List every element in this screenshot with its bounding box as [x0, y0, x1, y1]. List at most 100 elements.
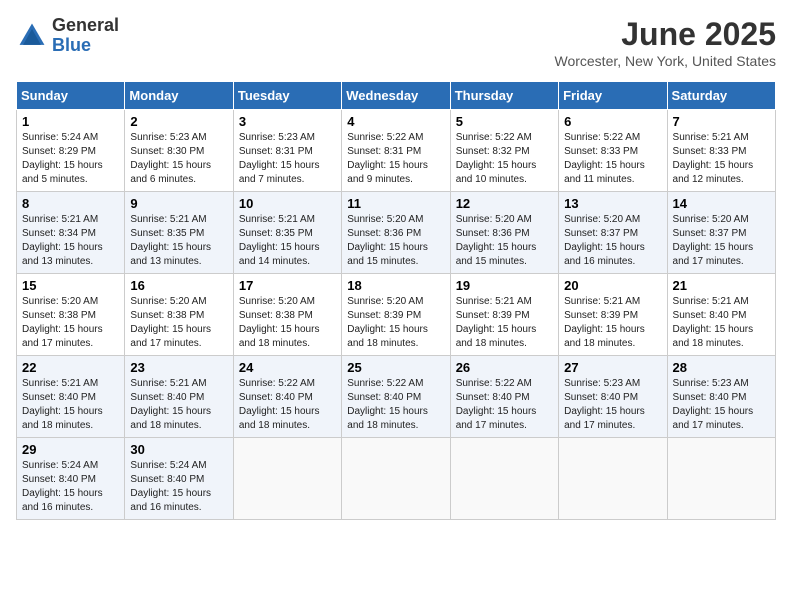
calendar-week-row: 22 Sunrise: 5:21 AMSunset: 8:40 PMDayligh… — [17, 356, 776, 438]
calendar: SundayMondayTuesdayWednesdayThursdayFrid… — [16, 81, 776, 520]
calendar-cell: 17 Sunrise: 5:20 AMSunset: 8:38 PMDayligh… — [233, 274, 341, 356]
header-monday: Monday — [125, 82, 233, 110]
calendar-cell: 14 Sunrise: 5:20 AMSunset: 8:37 PMDayligh… — [667, 192, 775, 274]
month-title: June 2025 — [554, 16, 776, 53]
calendar-cell: 24 Sunrise: 5:22 AMSunset: 8:40 PMDayligh… — [233, 356, 341, 438]
day-number: 18 — [347, 278, 444, 293]
cell-info: Sunrise: 5:21 AMSunset: 8:39 PMDaylight:… — [564, 295, 661, 351]
cell-info: Sunrise: 5:21 AMSunset: 8:35 PMDaylight:… — [130, 213, 227, 269]
calendar-cell: 13Sunrise: 5:20 AMSunset: 8:37 PMDayligh… — [559, 192, 667, 274]
calendar-cell: 30 Sunrise: 5:24 AMSunset: 8:40 PMDayligh… — [125, 438, 233, 520]
cell-info: Sunrise: 5:21 AMSunset: 8:40 PMDaylight:… — [130, 377, 227, 433]
day-number: 26 — [456, 360, 553, 375]
calendar-cell — [233, 438, 341, 520]
calendar-cell: 11Sunrise: 5:20 AMSunset: 8:36 PMDayligh… — [342, 192, 450, 274]
day-number: 5 — [456, 114, 553, 129]
calendar-cell: 19 Sunrise: 5:21 AMSunset: 8:39 PMDayligh… — [450, 274, 558, 356]
cell-info: Sunrise: 5:20 AMSunset: 8:38 PMDaylight:… — [239, 295, 336, 351]
cell-info: Sunrise: 5:22 AMSunset: 8:40 PMDaylight:… — [347, 377, 444, 433]
calendar-week-row: 15 Sunrise: 5:20 AMSunset: 8:38 PMDayligh… — [17, 274, 776, 356]
calendar-cell: 5Sunrise: 5:22 AMSunset: 8:32 PMDaylight… — [450, 110, 558, 192]
day-number: 14 — [673, 196, 770, 211]
location: Worcester, New York, United States — [554, 53, 776, 69]
day-number: 29 — [22, 442, 119, 457]
cell-info: Sunrise: 5:23 AMSunset: 8:31 PMDaylight:… — [239, 131, 336, 187]
day-number: 19 — [456, 278, 553, 293]
title-block: June 2025 Worcester, New York, United St… — [554, 16, 776, 69]
cell-info: Sunrise: 5:23 AMSunset: 8:40 PMDaylight:… — [673, 377, 770, 433]
header-tuesday: Tuesday — [233, 82, 341, 110]
calendar-cell: 3 Sunrise: 5:23 AMSunset: 8:31 PMDaylight… — [233, 110, 341, 192]
calendar-cell: 6 Sunrise: 5:22 AMSunset: 8:33 PMDaylight… — [559, 110, 667, 192]
day-number: 8 — [22, 196, 119, 211]
calendar-header-row: SundayMondayTuesdayWednesdayThursdayFrid… — [17, 82, 776, 110]
calendar-cell — [667, 438, 775, 520]
cell-info: Sunrise: 5:22 AMSunset: 8:31 PMDaylight:… — [347, 131, 444, 187]
calendar-cell: 26 Sunrise: 5:22 AMSunset: 8:40 PMDayligh… — [450, 356, 558, 438]
day-number: 10 — [239, 196, 336, 211]
logo-general: General — [52, 16, 119, 36]
cell-info: Sunrise: 5:21 AMSunset: 8:40 PMDaylight:… — [673, 295, 770, 351]
day-number: 3 — [239, 114, 336, 129]
cell-info: Sunrise: 5:22 AMSunset: 8:40 PMDaylight:… — [239, 377, 336, 433]
day-number: 2 — [130, 114, 227, 129]
calendar-cell: 21 Sunrise: 5:21 AMSunset: 8:40 PMDayligh… — [667, 274, 775, 356]
day-number: 28 — [673, 360, 770, 375]
cell-info: Sunrise: 5:22 AMSunset: 8:33 PMDaylight:… — [564, 131, 661, 187]
day-number: 25 — [347, 360, 444, 375]
calendar-cell: 20 Sunrise: 5:21 AMSunset: 8:39 PMDayligh… — [559, 274, 667, 356]
cell-info: Sunrise: 5:20 AMSunset: 8:37 PMDaylight:… — [673, 213, 770, 269]
header-saturday: Saturday — [667, 82, 775, 110]
logo: General Blue — [16, 16, 119, 56]
cell-info: Sunrise: 5:22 AMSunset: 8:40 PMDaylight:… — [456, 377, 553, 433]
logo-text: General Blue — [52, 16, 119, 56]
calendar-cell: 28 Sunrise: 5:23 AMSunset: 8:40 PMDayligh… — [667, 356, 775, 438]
calendar-cell: 4 Sunrise: 5:22 AMSunset: 8:31 PMDaylight… — [342, 110, 450, 192]
calendar-week-row: 8 Sunrise: 5:21 AMSunset: 8:34 PMDaylight… — [17, 192, 776, 274]
day-number: 27 — [564, 360, 661, 375]
day-number: 21 — [673, 278, 770, 293]
day-number: 13 — [564, 196, 661, 211]
cell-info: Sunrise: 5:20 AMSunset: 8:38 PMDaylight:… — [22, 295, 119, 351]
day-number: 9 — [130, 196, 227, 211]
calendar-cell: 12 Sunrise: 5:20 AMSunset: 8:36 PMDayligh… — [450, 192, 558, 274]
cell-info: Sunrise: 5:21 AMSunset: 8:33 PMDaylight:… — [673, 131, 770, 187]
calendar-cell: 27 Sunrise: 5:23 AMSunset: 8:40 PMDayligh… — [559, 356, 667, 438]
day-number: 6 — [564, 114, 661, 129]
day-number: 22 — [22, 360, 119, 375]
day-number: 15 — [22, 278, 119, 293]
header-sunday: Sunday — [17, 82, 125, 110]
cell-info: Sunrise: 5:20 AMSunset: 8:36 PMDaylight:… — [347, 213, 444, 269]
header-thursday: Thursday — [450, 82, 558, 110]
logo-icon — [16, 20, 48, 52]
calendar-cell: 15 Sunrise: 5:20 AMSunset: 8:38 PMDayligh… — [17, 274, 125, 356]
calendar-cell: 16Sunrise: 5:20 AMSunset: 8:38 PMDayligh… — [125, 274, 233, 356]
cell-info: Sunrise: 5:21 AMSunset: 8:34 PMDaylight:… — [22, 213, 119, 269]
calendar-week-row: 1Sunrise: 5:24 AMSunset: 8:29 PMDaylight… — [17, 110, 776, 192]
calendar-cell: 8 Sunrise: 5:21 AMSunset: 8:34 PMDaylight… — [17, 192, 125, 274]
cell-info: Sunrise: 5:24 AMSunset: 8:40 PMDaylight:… — [22, 459, 119, 515]
cell-info: Sunrise: 5:23 AMSunset: 8:40 PMDaylight:… — [564, 377, 661, 433]
calendar-cell: 2 Sunrise: 5:23 AMSunset: 8:30 PMDaylight… — [125, 110, 233, 192]
day-number: 30 — [130, 442, 227, 457]
page-header: General Blue June 2025 Worcester, New Yo… — [16, 16, 776, 69]
cell-info: Sunrise: 5:24 AMSunset: 8:29 PMDaylight:… — [22, 131, 119, 187]
day-number: 4 — [347, 114, 444, 129]
calendar-cell: 29 Sunrise: 5:24 AMSunset: 8:40 PMDayligh… — [17, 438, 125, 520]
cell-info: Sunrise: 5:20 AMSunset: 8:36 PMDaylight:… — [456, 213, 553, 269]
calendar-cell: 10Sunrise: 5:21 AMSunset: 8:35 PMDayligh… — [233, 192, 341, 274]
cell-info: Sunrise: 5:20 AMSunset: 8:39 PMDaylight:… — [347, 295, 444, 351]
cell-info: Sunrise: 5:20 AMSunset: 8:38 PMDaylight:… — [130, 295, 227, 351]
day-number: 20 — [564, 278, 661, 293]
day-number: 23 — [130, 360, 227, 375]
calendar-cell: 23 Sunrise: 5:21 AMSunset: 8:40 PMDayligh… — [125, 356, 233, 438]
day-number: 12 — [456, 196, 553, 211]
day-number: 24 — [239, 360, 336, 375]
day-number: 17 — [239, 278, 336, 293]
cell-info: Sunrise: 5:21 AMSunset: 8:39 PMDaylight:… — [456, 295, 553, 351]
day-number: 7 — [673, 114, 770, 129]
calendar-cell: 1Sunrise: 5:24 AMSunset: 8:29 PMDaylight… — [17, 110, 125, 192]
logo-blue: Blue — [52, 36, 119, 56]
cell-info: Sunrise: 5:23 AMSunset: 8:30 PMDaylight:… — [130, 131, 227, 187]
cell-info: Sunrise: 5:24 AMSunset: 8:40 PMDaylight:… — [130, 459, 227, 515]
